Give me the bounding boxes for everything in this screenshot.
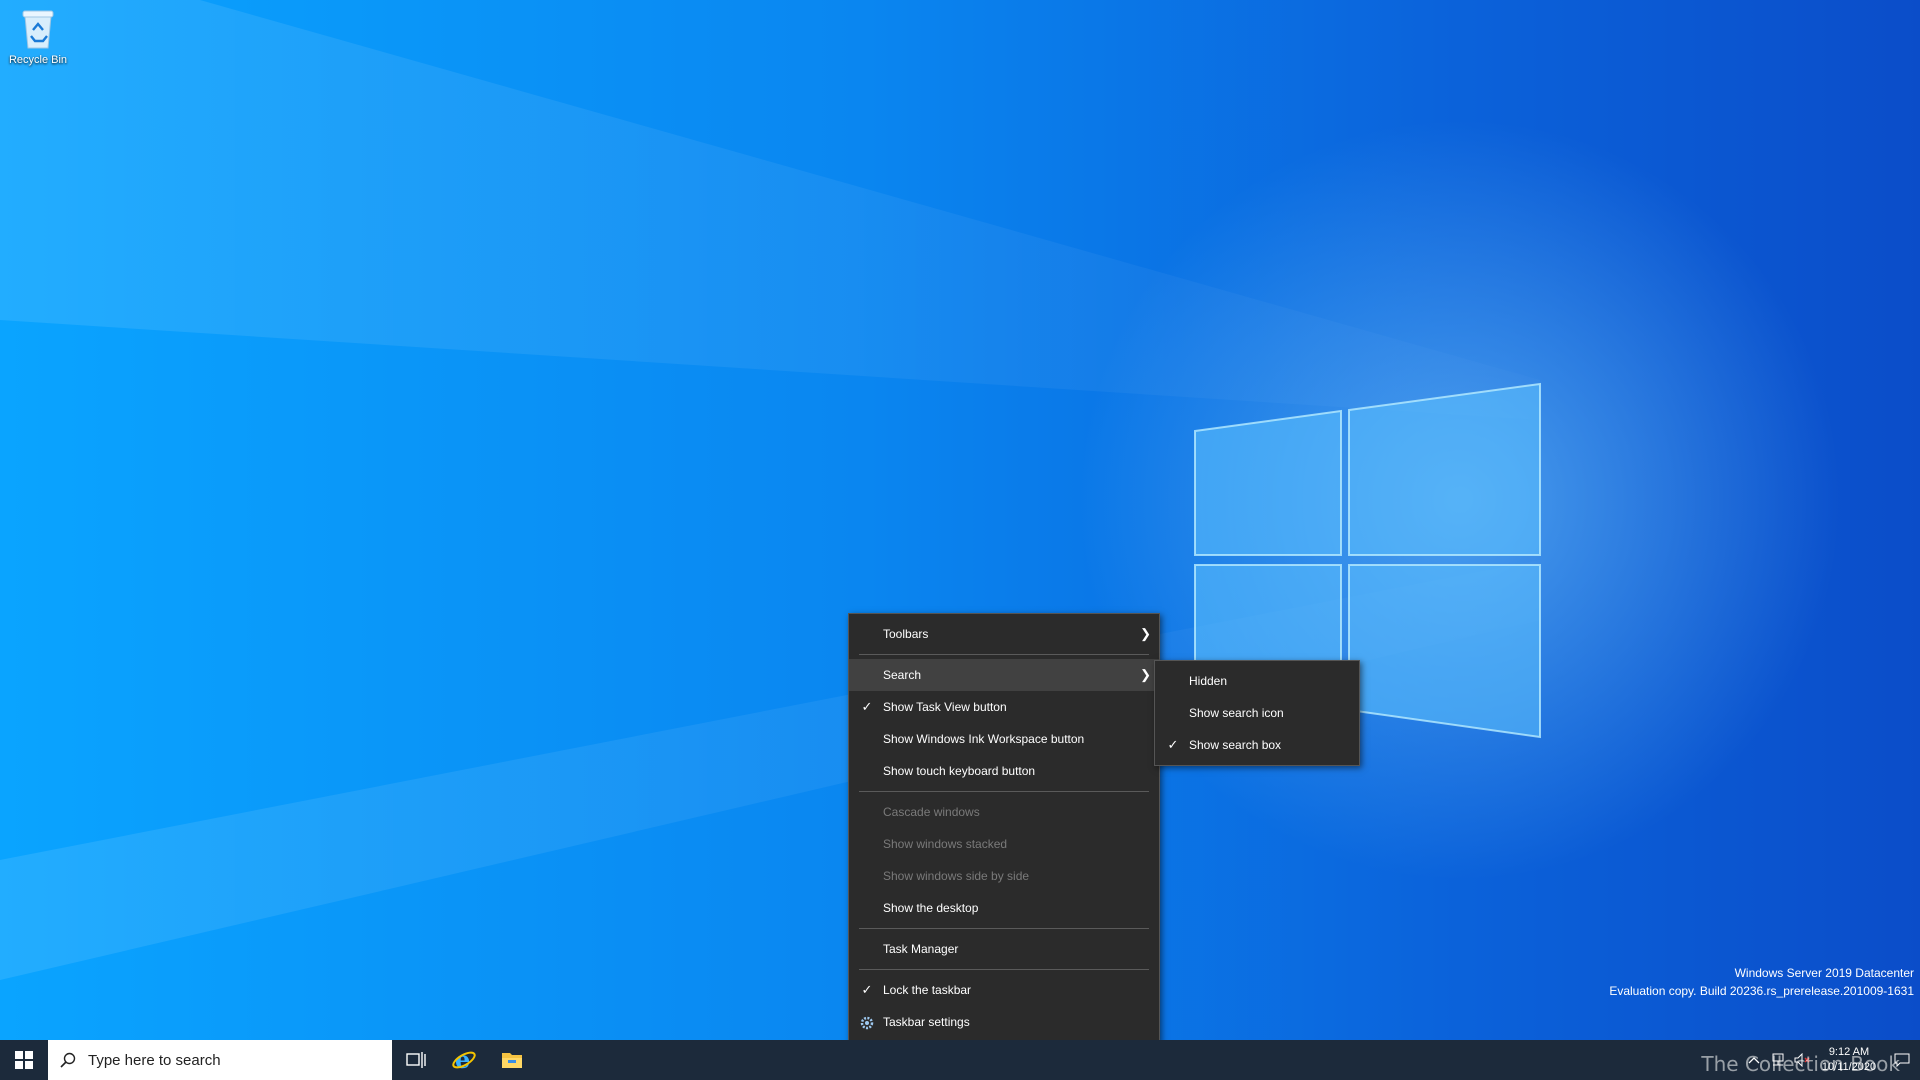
checkmark-icon: ✓ bbox=[861, 699, 873, 714]
menu-item-label: Show windows side by side bbox=[883, 869, 1030, 883]
checkmark-icon: ✓ bbox=[1167, 737, 1179, 752]
menu-item-label: Hidden bbox=[1189, 674, 1228, 688]
chevron-right-icon: ❯ bbox=[1140, 667, 1151, 682]
windows-start-icon bbox=[15, 1051, 33, 1069]
search-placeholder: Type here to search bbox=[88, 1051, 221, 1069]
menu-item-label: Lock the taskbar bbox=[883, 983, 972, 997]
menu-item-label: Taskbar settings bbox=[883, 1015, 970, 1029]
menu-item-taskbar-settings[interactable]: Taskbar settings bbox=[849, 1006, 1159, 1038]
watermark-build: Evaluation copy. Build 20236.rs_prerelea… bbox=[1609, 984, 1914, 998]
menu-item-show-desktop[interactable]: Show the desktop bbox=[849, 892, 1159, 924]
menu-separator bbox=[859, 791, 1149, 792]
menu-separator bbox=[859, 969, 1149, 970]
taskbar: Type here to search e 9:12 AM 10/11/2020 bbox=[0, 1040, 1920, 1080]
menu-item-task-manager[interactable]: Task Manager bbox=[849, 933, 1159, 965]
menu-separator bbox=[859, 654, 1149, 655]
menu-item-toolbars[interactable]: Toolbars ❯ bbox=[849, 618, 1159, 650]
internet-explorer-button[interactable]: e bbox=[440, 1040, 488, 1080]
file-explorer-button[interactable] bbox=[488, 1040, 536, 1080]
search-submenu: Hidden Show search icon ✓ Show search bo… bbox=[1154, 660, 1360, 766]
menu-item-label: Task Manager bbox=[883, 942, 959, 956]
recycle-bin-label: Recycle Bin bbox=[8, 54, 68, 66]
submenu-item-hidden[interactable]: Hidden bbox=[1155, 665, 1359, 697]
menu-item-cascade-windows: Cascade windows bbox=[849, 796, 1159, 828]
menu-separator bbox=[859, 928, 1149, 929]
taskbar-context-menu: Toolbars ❯ Search ❯ ✓ Show Task View but… bbox=[848, 613, 1160, 1043]
task-view-button[interactable] bbox=[392, 1040, 440, 1080]
menu-item-label: Show touch keyboard button bbox=[883, 764, 1036, 778]
checkmark-icon: ✓ bbox=[861, 982, 873, 997]
recycle-bin-shortcut[interactable]: Recycle Bin bbox=[4, 6, 72, 66]
submenu-item-show-search-icon[interactable]: Show search icon bbox=[1155, 697, 1359, 729]
svg-text:e: e bbox=[455, 1047, 470, 1073]
task-view-icon bbox=[406, 1052, 426, 1068]
menu-item-show-task-view[interactable]: ✓ Show Task View button bbox=[849, 691, 1159, 723]
collection-book-overlay: The Collection Book bbox=[1701, 1052, 1900, 1076]
menu-item-label: Show windows stacked bbox=[883, 837, 1008, 851]
internet-explorer-icon: e bbox=[452, 1047, 476, 1073]
menu-item-search[interactable]: Search ❯ bbox=[849, 659, 1159, 691]
menu-item-label: Cascade windows bbox=[883, 805, 980, 819]
menu-item-label: Toolbars bbox=[883, 627, 929, 641]
search-icon bbox=[48, 1052, 88, 1068]
menu-item-label: Show the desktop bbox=[883, 901, 979, 915]
start-button[interactable] bbox=[0, 1040, 48, 1080]
menu-item-windows-side-by-side: Show windows side by side bbox=[849, 860, 1159, 892]
taskbar-search-box[interactable]: Type here to search bbox=[48, 1040, 392, 1080]
recycle-bin-icon bbox=[19, 6, 57, 50]
watermark: Windows Server 2019 Datacenter Evaluatio… bbox=[1609, 964, 1914, 1000]
menu-item-label: Show search box bbox=[1189, 738, 1282, 752]
submenu-item-show-search-box[interactable]: ✓ Show search box bbox=[1155, 729, 1359, 761]
watermark-edition: Windows Server 2019 Datacenter bbox=[1734, 966, 1914, 980]
menu-item-label: Show search icon bbox=[1189, 706, 1284, 720]
file-explorer-icon bbox=[502, 1053, 522, 1068]
menu-item-show-ink-workspace[interactable]: Show Windows Ink Workspace button bbox=[849, 723, 1159, 755]
menu-item-lock-taskbar[interactable]: ✓ Lock the taskbar bbox=[849, 974, 1159, 1006]
menu-item-show-touch-keyboard[interactable]: Show touch keyboard button bbox=[849, 755, 1159, 787]
menu-item-windows-stacked: Show windows stacked bbox=[849, 828, 1159, 860]
menu-item-label: Show Task View button bbox=[883, 700, 1007, 714]
chevron-right-icon: ❯ bbox=[1140, 626, 1151, 641]
gear-icon bbox=[859, 1006, 875, 1038]
menu-item-label: Show Windows Ink Workspace button bbox=[883, 732, 1085, 746]
menu-item-label: Search bbox=[883, 668, 922, 682]
